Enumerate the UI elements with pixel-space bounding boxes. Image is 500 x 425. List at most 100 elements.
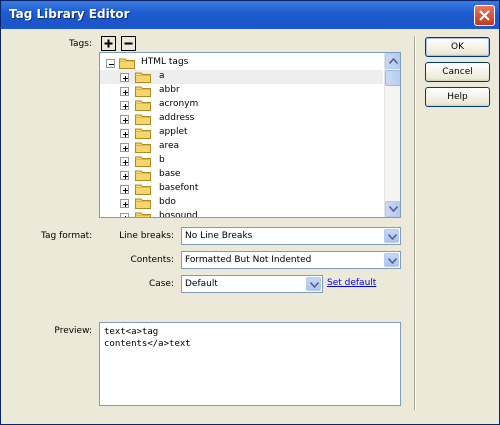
remove-tag-button[interactable] (121, 36, 136, 51)
tree-item[interactable]: applet (100, 126, 383, 140)
folder-icon (119, 58, 135, 69)
tree-item-label: a (159, 71, 165, 81)
folder-icon (135, 198, 151, 209)
tree-item-label: applet (159, 127, 188, 137)
dialog-body: Tags: HTML tags a abbr acronym address applet… (4, 30, 498, 423)
contents-value: Formatted But Not Indented (185, 255, 312, 265)
folder-icon (135, 100, 151, 111)
expand-toggle[interactable] (120, 213, 129, 217)
close-icon (479, 10, 490, 21)
case-dropdown-button[interactable] (306, 277, 321, 291)
folder-icon (135, 184, 151, 195)
vertical-divider (414, 36, 416, 410)
contents-select[interactable]: Formatted But Not Indented (181, 251, 401, 269)
folder-icon (135, 128, 151, 139)
expand-toggle[interactable] (120, 129, 129, 138)
line-breaks-label: Line breaks: (119, 231, 174, 241)
expand-icon (123, 188, 128, 193)
expand-toggle[interactable] (120, 115, 129, 124)
scroll-down-button[interactable] (385, 201, 400, 217)
chevron-down-icon (388, 234, 397, 240)
preview-label: Preview: (54, 326, 92, 336)
tag-format-label: Tag format: (41, 231, 93, 241)
help-button[interactable]: Help (425, 87, 490, 107)
expand-icon (125, 216, 126, 217)
tree-item-label: basefont (159, 183, 199, 193)
case-label: Case: (148, 279, 174, 289)
tree-item[interactable]: b (100, 154, 383, 168)
tags-label: Tags: (69, 39, 92, 49)
set-default-link[interactable]: Set default (327, 278, 376, 288)
tags-tree[interactable]: HTML tags a abbr acronym address applet area b b… (99, 52, 401, 218)
tree-root-label: HTML tags (141, 57, 189, 67)
expand-icon (123, 160, 128, 165)
case-value: Default (185, 279, 218, 289)
tree-item-label: base (159, 169, 181, 179)
tree-root-html-tags[interactable]: HTML tags (100, 56, 383, 70)
case-select[interactable]: Default (181, 275, 323, 293)
expand-icon (123, 146, 128, 151)
line-breaks-select[interactable]: No Line Breaks (181, 227, 401, 245)
folder-icon (135, 156, 151, 167)
contents-dropdown-button[interactable] (384, 253, 399, 267)
scroll-thumb[interactable] (385, 70, 400, 86)
chevron-down-icon (389, 206, 398, 212)
expand-icon (123, 104, 128, 109)
tree-item[interactable]: address (100, 112, 383, 126)
tree-item-label: abbr (159, 85, 180, 95)
tree-item-label: bgsound (159, 211, 198, 218)
tree-item[interactable]: bdo (100, 196, 383, 210)
collapse-toggle[interactable] (106, 59, 115, 68)
expand-icon (123, 118, 128, 123)
tree-item[interactable]: a (100, 70, 383, 84)
folder-icon (135, 86, 151, 97)
expand-toggle[interactable] (120, 171, 129, 180)
tree-item-label: area (159, 141, 180, 151)
ok-button[interactable]: OK (425, 37, 490, 57)
tree-item-label: bdo (159, 197, 176, 207)
folder-icon (135, 114, 151, 125)
cancel-button[interactable]: Cancel (425, 62, 490, 82)
scroll-up-button[interactable] (385, 53, 400, 69)
expand-icon (123, 76, 128, 81)
folder-icon (135, 142, 151, 153)
preview-box: text<a>tag contents</a>text (99, 322, 401, 406)
expand-toggle[interactable] (120, 73, 129, 82)
line-breaks-dropdown-button[interactable] (384, 229, 399, 243)
contents-label: Contents: (130, 255, 174, 265)
line-breaks-value: No Line Breaks (185, 231, 253, 241)
tree-item-label: b (159, 155, 165, 165)
chevron-up-icon (389, 58, 398, 64)
close-button[interactable] (474, 5, 495, 26)
folder-icon (135, 72, 151, 83)
expand-toggle[interactable] (120, 143, 129, 152)
tree-scrollbar[interactable] (384, 53, 400, 217)
folder-icon (135, 212, 151, 217)
expand-icon (123, 132, 128, 137)
expand-toggle[interactable] (120, 199, 129, 208)
chevron-down-icon (388, 258, 397, 264)
tree-item[interactable]: basefont (100, 182, 383, 196)
folder-icon (135, 170, 151, 181)
expand-icon (123, 202, 128, 207)
title-bar[interactable]: Tag Library Editor (1, 1, 499, 29)
window-title: Tag Library Editor (9, 7, 130, 21)
expand-toggle[interactable] (120, 185, 129, 194)
preview-text: text<a>tag contents</a>text (104, 327, 191, 349)
tree-item-label: acronym (159, 99, 199, 109)
tree-item[interactable]: abbr (100, 84, 383, 98)
expand-toggle[interactable] (120, 87, 129, 96)
tag-library-editor-dialog: Tag Library Editor Tags: HTML tags a abbr a… (0, 0, 500, 425)
tree-item[interactable]: acronym (100, 98, 383, 112)
tree-item[interactable]: bgsound (100, 210, 383, 218)
plus-icon (104, 39, 113, 48)
tree-item[interactable]: area (100, 140, 383, 154)
add-tag-button[interactable] (101, 36, 116, 51)
tree-item-label: address (159, 113, 195, 123)
tree-item[interactable]: base (100, 168, 383, 182)
expand-icon (123, 90, 128, 95)
expand-toggle[interactable] (120, 101, 129, 110)
expand-icon (123, 174, 128, 179)
expand-toggle[interactable] (120, 157, 129, 166)
minus-icon (124, 42, 133, 45)
